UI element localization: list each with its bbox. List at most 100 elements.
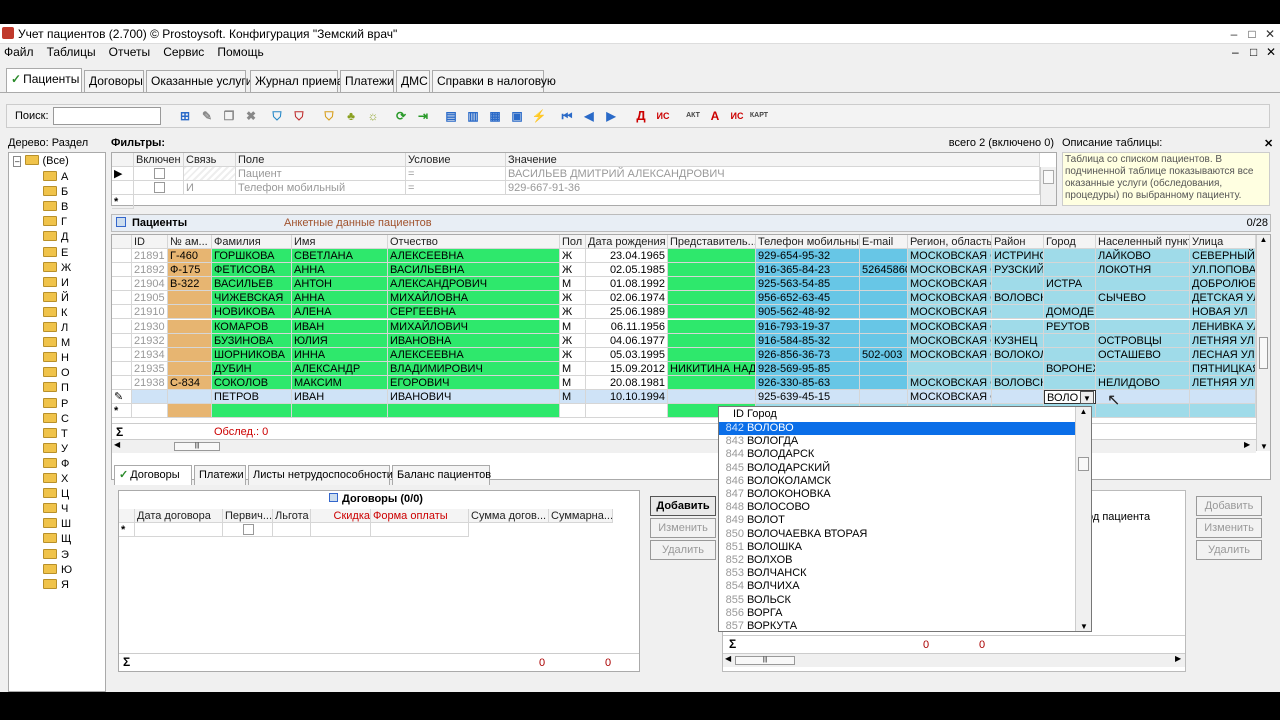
- table-cell[interactable]: [212, 404, 292, 419]
- tree-item[interactable]: А: [43, 170, 68, 185]
- table-cell[interactable]: 21930: [132, 319, 168, 334]
- edit-button-right[interactable]: Изменить: [1196, 518, 1262, 538]
- table-cell[interactable]: ИВАН: [292, 319, 388, 334]
- delete-button[interactable]: Удалить: [650, 540, 716, 560]
- table-cell[interactable]: [668, 263, 756, 278]
- contracts-new-row[interactable]: *: [119, 523, 639, 537]
- table-cell[interactable]: [168, 333, 212, 348]
- table-cell[interactable]: КУЗНЕЦ: [992, 333, 1044, 348]
- table-cell[interactable]: ИННА: [292, 347, 388, 362]
- tree-item[interactable]: Б: [43, 185, 68, 200]
- table-cell[interactable]: ИВАНОВИЧ: [388, 390, 560, 404]
- hscroll-thumb[interactable]: |||: [735, 656, 795, 665]
- table-row[interactable]: 21935 ДУБИН АЛЕКСАНДР ВЛАДИМИРОВИЧ М 15.09.20…: [112, 361, 1256, 376]
- table-cell[interactable]: ВОЛОВСК: [992, 291, 1044, 306]
- table-cell[interactable]: [668, 305, 756, 320]
- tab-payments[interactable]: Платежи: [340, 70, 394, 92]
- table-cell[interactable]: В-322: [168, 277, 212, 292]
- table-cell[interactable]: АННА: [292, 263, 388, 278]
- table-cell[interactable]: ДОМОДЕ: [1044, 305, 1096, 320]
- tree-item[interactable]: Н: [43, 351, 69, 366]
- print-icon[interactable]: ▥: [465, 108, 481, 124]
- table-cell[interactable]: МИХАЙЛОВНА: [388, 291, 560, 306]
- table-cell[interactable]: 916-365-84-23: [756, 263, 860, 278]
- table-cell[interactable]: ИВАНОВНА: [388, 333, 560, 348]
- add-record-icon[interactable]: ⊞: [177, 108, 193, 124]
- table-cell[interactable]: [1096, 319, 1190, 334]
- tree-item[interactable]: Г: [43, 215, 67, 230]
- table-cell[interactable]: ПЕТРОВ: [212, 390, 292, 404]
- table-cell[interactable]: ШОРНИКОВА: [212, 347, 292, 362]
- table-cell[interactable]: 21932: [132, 333, 168, 348]
- edit-icon[interactable]: ✎: [199, 108, 215, 124]
- tree-item[interactable]: Ф: [43, 457, 69, 472]
- tab-patients[interactable]: ✓ Пациенты: [6, 68, 82, 92]
- mdi-restore-icon[interactable]: □: [1246, 44, 1263, 59]
- table-cell[interactable]: ЕГОРОВИЧ: [388, 375, 560, 390]
- column-header[interactable]: Город: [1044, 235, 1096, 249]
- table-cell[interactable]: [1190, 390, 1256, 404]
- table-cell[interactable]: 20.08.1981: [586, 375, 668, 390]
- table-cell[interactable]: [1044, 333, 1096, 348]
- table-cell[interactable]: М: [560, 319, 586, 334]
- scroll-left-icon[interactable]: ◀: [725, 654, 731, 663]
- tab-services[interactable]: Оказанные услуги: [146, 70, 252, 92]
- table-cell[interactable]: 21934: [132, 347, 168, 362]
- table-cell[interactable]: СЕРГЕЕВНА: [388, 305, 560, 320]
- tree-item[interactable]: В: [43, 200, 68, 215]
- table-cell[interactable]: 15.09.2012: [586, 361, 668, 376]
- table-cell[interactable]: ВОЛОВСК: [992, 375, 1044, 390]
- column-header[interactable]: Имя: [292, 235, 388, 249]
- table-cell[interactable]: 21891: [132, 249, 168, 263]
- table-cell[interactable]: СОКОЛОВ: [212, 375, 292, 390]
- table-cell[interactable]: ГОРШКОВА: [212, 249, 292, 263]
- filter-row[interactable]: ▶ Пациент = ВАСИЛЬЕВ ДМИТРИЙ АЛЕКСАНДРОВ…: [112, 167, 1056, 181]
- table-cell[interactable]: [168, 404, 212, 419]
- tree-item[interactable]: И: [43, 276, 69, 291]
- filter-tree-icon[interactable]: ♣: [343, 108, 359, 124]
- table-row[interactable]: 21938 С-834 СОКОЛОВ МАКСИМ ЕГОРОВИЧ М 20.08.19…: [112, 375, 1256, 390]
- table-cell[interactable]: ДОБРОЛЮБ: [1190, 277, 1256, 292]
- table-cell[interactable]: ДУБИН: [212, 361, 292, 376]
- table-cell[interactable]: [860, 333, 908, 348]
- refresh-icon[interactable]: ⟳: [393, 108, 409, 124]
- tree-item[interactable]: Ш: [43, 517, 71, 532]
- city-option[interactable]: 852 ВОЛХОВ: [719, 554, 1075, 567]
- table-cell[interactable]: 21892: [132, 263, 168, 278]
- table-cell[interactable]: [132, 404, 168, 419]
- table-cell[interactable]: [168, 291, 212, 306]
- scroll-down-icon[interactable]: ▼: [1076, 622, 1092, 631]
- table-cell[interactable]: [668, 333, 756, 348]
- table-cell[interactable]: 01.08.1992: [586, 277, 668, 292]
- table-cell[interactable]: СЕВЕРНЫЙ Т: [1190, 249, 1256, 263]
- mdi-close-icon[interactable]: ✕: [1262, 44, 1280, 59]
- tree-item[interactable]: Т: [43, 427, 68, 442]
- prev-record-icon[interactable]: ◀: [581, 108, 597, 124]
- tree-item[interactable]: Э: [43, 548, 69, 563]
- scroll-right-icon[interactable]: ▶: [1244, 440, 1250, 449]
- search-input[interactable]: [53, 107, 161, 125]
- table-cell[interactable]: ЛОКОТНЯ: [1096, 263, 1190, 278]
- table-cell[interactable]: [1044, 249, 1096, 263]
- table-cell[interactable]: [1190, 404, 1256, 419]
- table-cell[interactable]: 929-654-95-32: [756, 249, 860, 263]
- filter-checkbox[interactable]: [154, 182, 165, 193]
- filters-scrollbar[interactable]: [1040, 167, 1056, 205]
- menu-service[interactable]: Сервис: [159, 44, 210, 59]
- table-cell[interactable]: ЛЕТНЯЯ УЛ: [1190, 375, 1256, 390]
- menu-reports[interactable]: Отчеты: [105, 44, 156, 59]
- column-header[interactable]: E-mail: [860, 235, 908, 249]
- table-row[interactable]: 21934 ШОРНИКОВА ИННА АЛЕКСЕЕВНА Ж 05.03.1995 9…: [112, 347, 1256, 362]
- table-cell[interactable]: [1044, 375, 1096, 390]
- table-cell[interactable]: МОСКОВСКАЯ С: [908, 291, 992, 306]
- city-option[interactable]: 857 ВОРКУТА: [719, 620, 1075, 633]
- table-icon[interactable]: ▦: [487, 108, 503, 124]
- table-cell[interactable]: [668, 319, 756, 334]
- table-cell[interactable]: НИКИТИНА НАД: [668, 361, 756, 376]
- table-cell[interactable]: МОСКОВСКАЯ С: [908, 347, 992, 362]
- table-cell[interactable]: [860, 361, 908, 376]
- city-option[interactable]: 847 ВОЛОКОНОВКА: [719, 488, 1075, 501]
- table-cell[interactable]: М: [560, 277, 586, 292]
- table-cell[interactable]: МОСКОВСКАЯ С: [908, 277, 992, 292]
- table-cell[interactable]: ДЕТСКАЯ УЛ: [1190, 291, 1256, 306]
